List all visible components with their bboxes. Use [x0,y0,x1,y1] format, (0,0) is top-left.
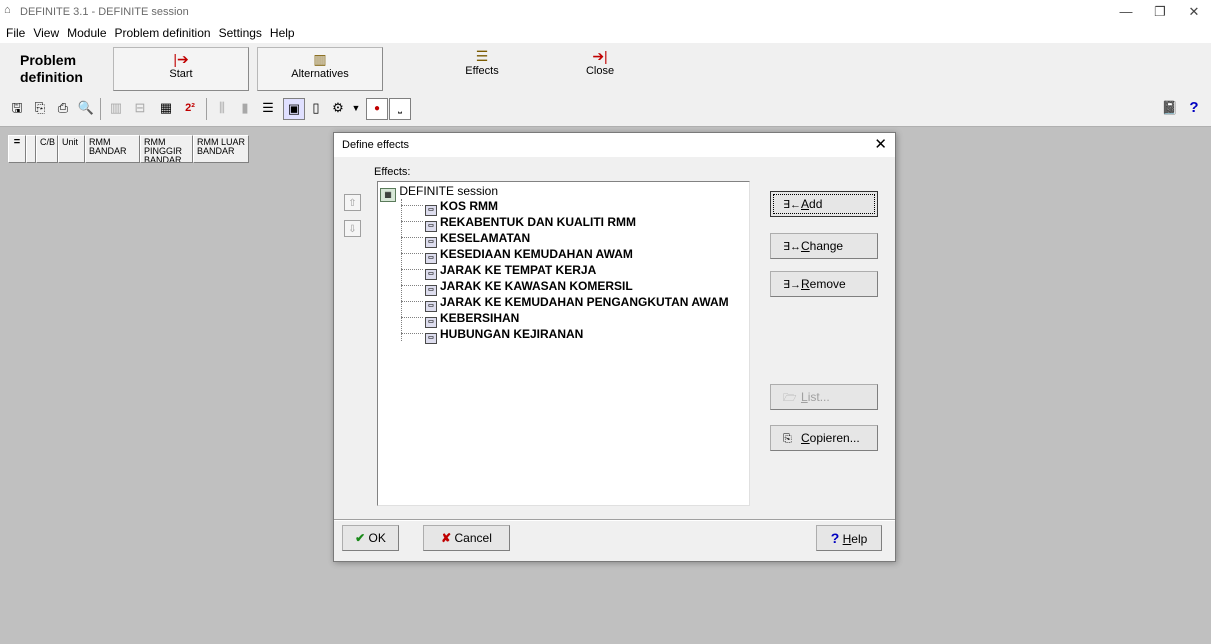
define-effects-dialog: Define effects ✕ Effects: ⇧ ⇩ ▦ DEFINITE… [333,132,896,562]
help-icon[interactable]: ? [1184,98,1204,118]
print-preview-icon[interactable]: 🔍 [76,98,96,118]
add-icon: ∃← [783,199,801,211]
effects-tree[interactable]: ▦ DEFINITE session ▭ KOS RMM ▭ REKABENTUK … [377,181,750,506]
color-dot-icon[interactable]: ● [366,98,388,120]
book-icon[interactable]: 📓 [1160,98,1180,118]
change-icon: ∃↔ [783,241,801,253]
tree-item[interactable]: ▭ KESEDIAAN KEMUDAHAN AWAM [401,247,633,264]
move-down-button[interactable]: ⇩ [344,220,361,237]
dialog-close-icon[interactable]: ✕ [874,136,887,154]
alternatives-button[interactable]: ▥ Alternatives [257,47,383,91]
chart-icon[interactable]: ▥ [106,98,126,118]
add-button[interactable]: ∃←Add [770,191,878,217]
numbers-icon[interactable]: 2² [180,98,200,118]
toolbar-separator [206,98,207,120]
checkmark-icon: ✔ [355,531,366,545]
dialog-title: Define effects [342,139,410,151]
menu-view[interactable]: View [29,24,63,42]
dialog-divider [334,519,895,521]
tree-item[interactable]: ▭ JARAK KE KEMUDAHAN PENGANGKUTAN AWAM [401,295,729,312]
help-button[interactable]: ? Help [816,525,882,551]
properties-icon[interactable]: ⚙ [328,98,348,118]
minimize-button[interactable]: — [1109,2,1143,22]
module-toolbar: Problem definition |➔ Start ▥ Alternativ… [0,42,1211,93]
start-button[interactable]: |➔ Start [113,47,249,91]
menu-help[interactable]: Help [266,24,299,42]
print-icon[interactable]: ⎙ [53,98,73,118]
bar-chart-icon[interactable]: ⫼ [212,98,232,118]
page-icon[interactable]: ▯ [306,98,326,118]
copy-documents-icon: ⎘ [783,433,792,445]
session-icon: ▦ [380,188,396,202]
title-bar: ⌂ DEFINITE 3.1 - DEFINITE session — ❐ ✕ [0,0,1211,24]
save-icon[interactable]: 🖫 [7,98,27,118]
arrow-up-icon: ⇧ [348,198,357,209]
question-mark-icon: ? [830,530,840,546]
start-arrow-icon: |➔ [173,51,189,67]
tree-item[interactable]: ▭ HUBUNGAN KEJIRANAN [401,327,583,344]
grid-spacer [26,135,36,163]
window-title: DEFINITE 3.1 - DEFINITE session [20,6,189,18]
close-window-button[interactable]: ✕ [1177,2,1211,22]
dropdown-arrow-icon[interactable]: ▼ [350,98,362,118]
menu-module[interactable]: Module [63,24,110,42]
effects-table-header: = C/B Unit RMM BANDAR RMM PINGGIR BANDAR… [8,135,249,163]
ok-button[interactable]: ✔ OK [342,525,399,551]
house-icon: ⌂ [4,4,11,16]
column-header-rmm-bandar[interactable]: RMM BANDAR [85,135,140,163]
copy-icon[interactable]: ⎘ [30,98,50,118]
stack-icon[interactable]: ⊟ [130,98,150,118]
space-icon[interactable]: ⎵ [389,98,411,120]
row-selector-icon[interactable]: = [8,135,26,163]
x-cross-icon: ✘ [441,531,452,545]
problem-definition-label: Problem definition [20,52,83,85]
menu-settings[interactable]: Settings [215,24,266,42]
tree-item[interactable]: ▭ KEBERSIHAN [401,311,519,328]
copieren-button[interactable]: ⎘ Copieren... [770,425,878,451]
arrow-down-icon: ⇩ [348,224,357,235]
column-chart-icon[interactable]: ▮ [235,98,255,118]
list-icon[interactable]: ☰ [258,98,278,118]
close-arrow-icon: ➔| [592,48,608,64]
tree-root-label: DEFINITE session [399,184,499,198]
toolbar-separator [100,98,101,120]
tree-item[interactable]: ▭ JARAK KE TEMPAT KERJA [401,263,596,280]
column-header-unit[interactable]: Unit [58,135,85,163]
menu-problem-definition[interactable]: Problem definition [111,24,215,42]
move-up-button[interactable]: ⇧ [344,194,361,211]
list-button[interactable]: 🗁 List... [770,384,878,410]
close-module-button[interactable]: ➔| Close [544,45,656,87]
cancel-button[interactable]: ✘ Cancel [423,525,510,551]
column-header-rmm-luar-bandar[interactable]: RMM LUAR BANDAR [193,135,249,163]
remove-icon: ∃→ [783,279,801,291]
tree-item[interactable]: ▭ JARAK KE KAWASAN KOMERSIL [401,279,633,296]
alternatives-icon: ▥ [313,51,327,67]
effect-icon: ▭ [425,333,437,344]
effects-label: Effects: [374,166,411,178]
window-icon[interactable]: ▣ [283,98,305,120]
column-header-rmm-pinggir-bandar[interactable]: RMM PINGGIR BANDAR [140,135,193,163]
effects-button[interactable]: ☰ Effects [420,45,544,87]
remove-button[interactable]: ∃→Remove [770,271,878,297]
open-folder-icon: 🗁 [783,392,797,404]
table-edit-icon[interactable]: ▦ [156,98,176,118]
dialog-title-bar: Define effects ✕ [334,133,895,157]
menu-bar: File View Module Problem definition Sett… [0,24,299,42]
tree-item[interactable]: ▭ KOS RMM [401,199,498,216]
tree-item[interactable]: ▭ KESELAMATAN [401,231,530,248]
menu-file[interactable]: File [0,24,29,42]
change-button[interactable]: ∃↔Change [770,233,878,259]
maximize-button[interactable]: ❐ [1143,2,1177,22]
column-header-cb[interactable]: C/B [36,135,58,163]
effects-icon: ☰ [475,48,489,64]
tool-bar: 🖫 ⎘ ⎙ 🔍 ▥ ⊟ ▦ 2² ⫼ ▮ ☰ ▣ ▯ ⚙ ▼ ● ⎵ 📓 ? [0,92,1211,127]
tree-item[interactable]: ▭ REKABENTUK DAN KUALITI RMM [401,215,636,232]
